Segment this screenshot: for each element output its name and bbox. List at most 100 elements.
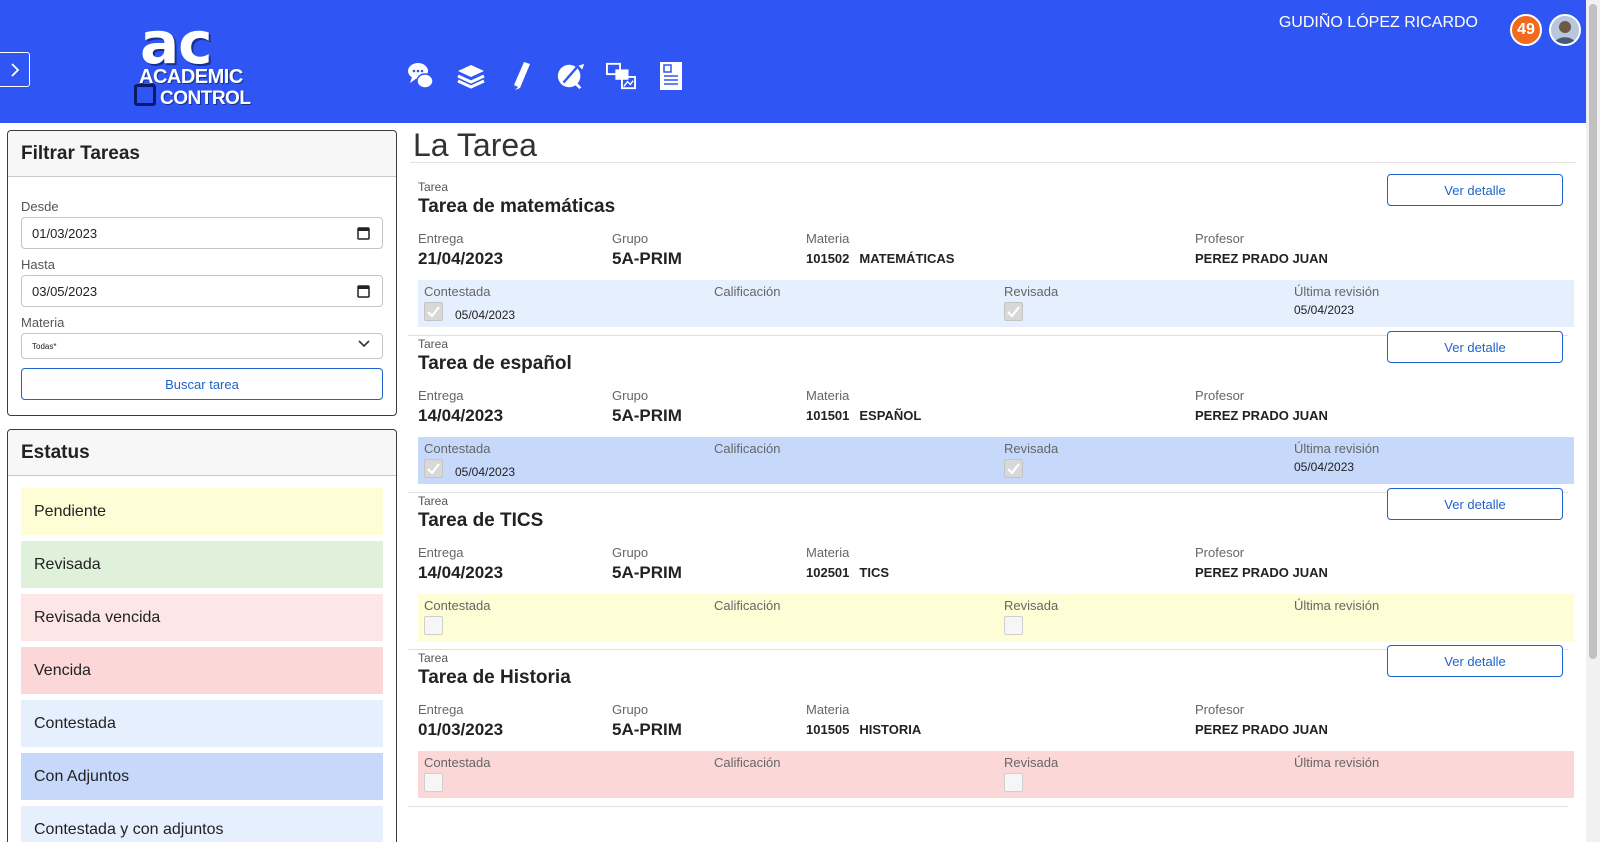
grupo-value: 5A-PRIM [612,406,682,425]
profesor-value: PEREZ PRADO JUAN [1195,565,1328,580]
ver-detalle-button[interactable]: Ver detalle [1387,331,1563,363]
books-icon[interactable] [456,60,486,92]
logo-mark: ac [140,9,213,77]
revisada-checkbox[interactable] [1004,773,1023,792]
contestada-date: 05/04/2023 [455,308,516,322]
filter-panel-title: Filtrar Tareas [8,131,396,177]
check-icon [1007,306,1020,317]
rocket-icon[interactable] [556,60,586,92]
materia-code: 101502 [806,251,850,266]
check-icon [1007,463,1020,474]
task-label: Tarea [418,494,449,508]
revisada-checkbox[interactable] [1004,616,1023,635]
contestada-checkbox[interactable] [424,302,443,321]
entrega-value: 14/04/2023 [418,406,504,425]
profesor-label: Profesor [1195,231,1245,246]
profesor-label: Profesor [1195,702,1245,717]
status-contestada-con-adjuntos: Contestada y con adjuntos [21,806,383,842]
filter-panel: Filtrar Tareas Desde 01/03/2023 Hasta 03… [7,130,397,416]
task-title: Tarea de matemáticas [418,196,616,217]
hasta-label: Hasta [21,257,55,272]
task-status-strip: Contestada 05/04/2023 Calificación Revis… [418,437,1574,484]
revisada-label: Revisada [1004,598,1059,613]
ultima-revision-date: 05/04/2023 [1294,460,1355,474]
hasta-value: 03/05/2023 [32,283,98,299]
document-icon[interactable] [656,60,686,92]
materia-name: ESPAÑOL [859,408,922,423]
ver-detalle-button[interactable]: Ver detalle [1387,645,1563,677]
hasta-date-input[interactable]: 03/05/2023 [21,275,383,307]
contestada-label: Contestada [424,441,491,456]
contestada-checkbox[interactable] [424,773,443,792]
calendar-icon[interactable] [357,284,370,298]
chat-icon[interactable] [406,60,436,92]
calificacion-label: Calificación [714,441,781,456]
ultima-revision-label: Última revisión [1294,598,1380,613]
avatar[interactable] [1549,14,1581,46]
user-name[interactable]: GUDIÑO LÓPEZ RICARDO [1279,14,1478,32]
chevron-right-icon [10,62,19,77]
grupo-label: Grupo [612,231,649,246]
page-scrollbar[interactable] [1586,0,1600,842]
desde-date-input[interactable]: 01/03/2023 [21,217,383,249]
materia-select[interactable]: Todas* [21,333,383,359]
grupo-value: 5A-PRIM [612,249,682,268]
title-divider [410,162,1576,163]
materia-code: 101505 [806,722,850,737]
materia-name: TICS [859,565,890,580]
desde-value: 01/03/2023 [32,225,98,241]
entrega-label: Entrega [418,388,464,403]
contestada-label: Contestada [424,284,491,299]
entrega-value: 14/04/2023 [418,563,504,582]
task-title: Tarea de español [418,353,572,374]
academic-control-logo[interactable]: ac ACADEMIC CONTROL [132,14,262,110]
profesor-label: Profesor [1195,545,1245,560]
task-label: Tarea [418,337,449,351]
materia-value: 101501 ESPAÑOL [806,408,921,423]
status-revisada: Revisada [21,541,383,588]
logo-line-1: ACADEMIC [139,66,243,88]
notification-badge[interactable]: 49 [1510,14,1542,46]
entrega-label: Entrega [418,545,464,560]
contestada-checkbox[interactable] [424,459,443,478]
revisada-label: Revisada [1004,755,1059,770]
task-card-4: Tarea Tarea de Historia Ver detalle Entr… [408,645,1574,807]
task-card-1: Tarea Tarea de matemáticas Ver detalle E… [408,174,1574,336]
task-card-2: Tarea Tarea de español Ver detalle Entre… [408,331,1574,493]
status-con-adjuntos: Con Adjuntos [21,753,383,800]
pencil-icon[interactable] [506,60,536,92]
contestada-checkbox[interactable] [424,616,443,635]
materia-code: 102501 [806,565,850,580]
materia-label: Materia [806,388,850,403]
status-legend-panel: Estatus Pendiente Revisada Revisada venc… [7,429,397,842]
materia-name: MATEMÁTICAS [859,251,955,266]
user-photo-icon [1551,16,1579,44]
entrega-value: 21/04/2023 [418,249,504,268]
grupo-value: 5A-PRIM [612,720,682,739]
task-label: Tarea [418,180,449,194]
grupo-label: Grupo [612,388,649,403]
revisada-label: Revisada [1004,441,1059,456]
scrollbar-thumb[interactable] [1589,4,1597,659]
task-status-strip: Contestada 05/04/2023 Calificación Revis… [418,280,1574,327]
ver-detalle-button[interactable]: Ver detalle [1387,174,1563,206]
revisada-checkbox[interactable] [1004,459,1023,478]
ultima-revision-date: 05/04/2023 [1294,303,1355,317]
contestada-date: 05/04/2023 [455,465,516,479]
calificacion-label: Calificación [714,284,781,299]
calendar-icon[interactable] [357,226,370,240]
materia-value: 101502 MATEMÁTICAS [806,251,954,266]
top-navbar: ac ACADEMIC CONTROL GUDIÑO LÓPEZ RICARDO… [0,0,1586,123]
media-gallery-icon[interactable] [606,60,636,92]
revisada-label: Revisada [1004,284,1059,299]
logo-line-2: CONTROL [160,88,251,109]
materia-value: 101505 HISTORIA [806,722,921,737]
task-card-3: Tarea Tarea de TICS Ver detalle Entrega … [408,488,1574,650]
sidebar-toggle-button[interactable] [0,52,30,87]
materia-label: Materia [806,545,850,560]
buscar-tarea-button[interactable]: Buscar tarea [21,368,383,400]
module-nav [406,60,686,92]
revisada-checkbox[interactable] [1004,302,1023,321]
task-title: Tarea de Historia [418,667,571,688]
ver-detalle-button[interactable]: Ver detalle [1387,488,1563,520]
